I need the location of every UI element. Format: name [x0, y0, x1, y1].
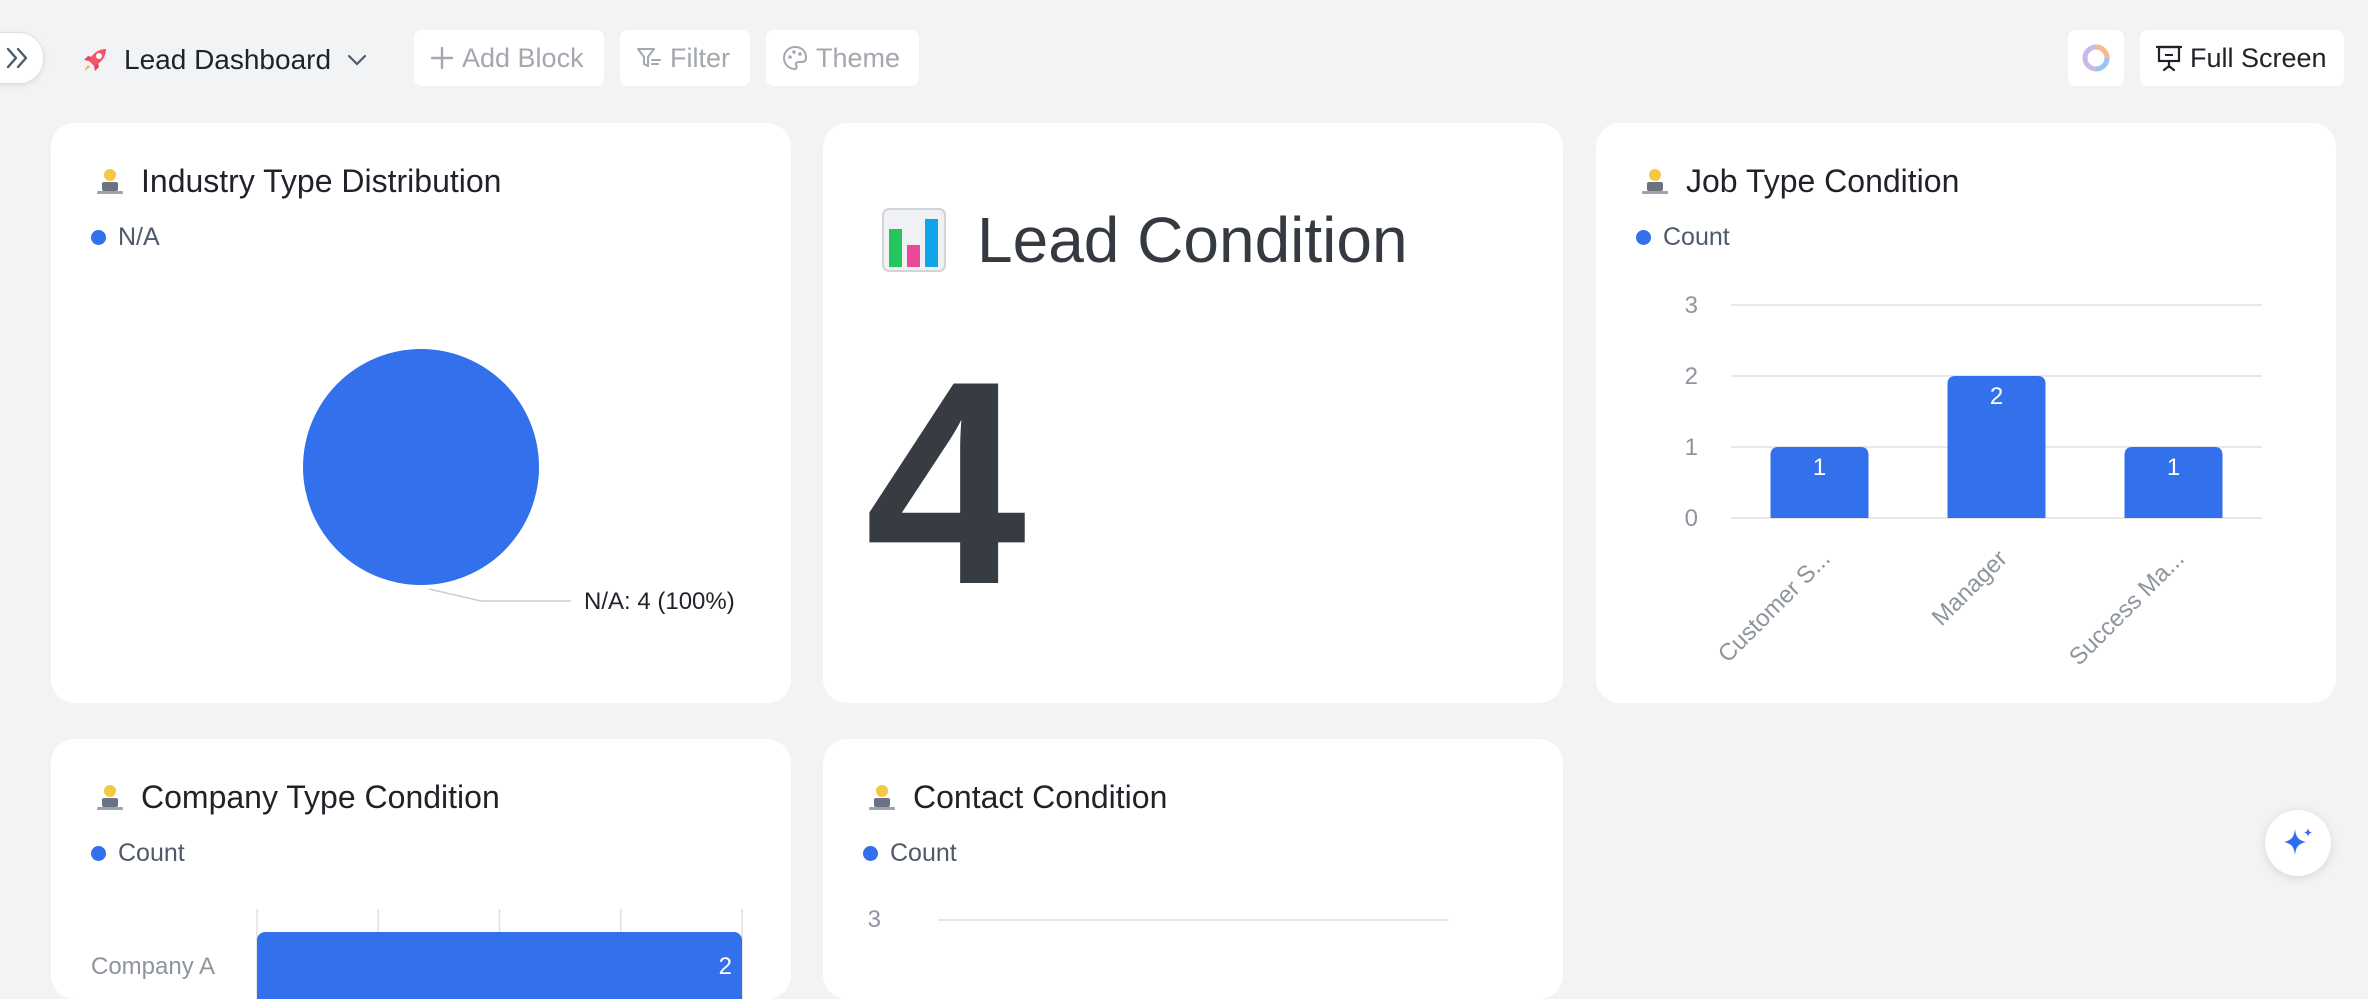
lead-count-value: 4 [865, 321, 1027, 645]
double-chevron-right-icon [6, 47, 28, 69]
presentation-icon [2156, 45, 2182, 72]
plus-icon [430, 46, 454, 70]
pie-slice-na[interactable] [303, 349, 539, 585]
bar[interactable] [257, 932, 742, 999]
bar-value-label: 2 [719, 953, 732, 980]
filter-button[interactable]: Filter [620, 30, 750, 86]
filter-label: Filter [670, 42, 730, 73]
theme-button[interactable]: Theme [766, 30, 919, 86]
rocket-icon [84, 49, 106, 71]
filter-icon [637, 48, 661, 67]
job-type-card[interactable]: Job Type Condition Count 0 1 2 3 1 Customer S… [1596, 123, 2336, 703]
dashboard-title: Lead Dashboard [124, 44, 332, 75]
pie-slice-label: N/A: 4 (100%) [584, 588, 735, 615]
bar-chart-emoji-icon [882, 208, 946, 272]
full-screen-label: Full Screen [2190, 42, 2327, 73]
pie-label-leader [428, 588, 571, 602]
bar-value-label: 1 [1813, 454, 1826, 481]
y-tick-label: 3 [868, 906, 881, 933]
sparkle-icon [2284, 828, 2312, 855]
contact-condition-card[interactable]: Contact Condition Count 3 [823, 739, 1563, 999]
palette-icon [783, 45, 808, 71]
add-block-label: Add Block [462, 42, 584, 73]
y-category-label: Company A [91, 953, 215, 980]
loading-status-button[interactable] [2068, 30, 2124, 86]
chevron-down-icon [347, 54, 367, 66]
lead-condition-card[interactable]: Lead Condition 4 [823, 123, 1563, 703]
x-tick-label: Success Ma... [2064, 545, 2190, 671]
x-tick-label: Customer S... [1713, 545, 1836, 668]
ai-assistant-button[interactable] [2265, 810, 2331, 876]
contact-chart: 3 [868, 906, 1449, 933]
add-block-button[interactable]: Add Block [414, 30, 604, 86]
card-title: Lead Condition [977, 204, 1408, 276]
y-tick-label: 3 [1685, 292, 1698, 319]
expand-sidebar-button[interactable] [0, 32, 44, 84]
dashboard-selector[interactable]: Lead Dashboard [80, 38, 369, 82]
y-tick-label: 1 [1685, 434, 1698, 461]
job-type-bar-chart: 0 1 2 3 1 Customer S... 2 Manager 1 Success Ma... [1685, 292, 2262, 671]
pie-chart: N/A: 4 (100%) [303, 349, 735, 615]
full-screen-button[interactable]: Full Screen [2140, 30, 2344, 86]
loading-ring-icon [2082, 44, 2110, 72]
bar-value-label: 2 [1990, 383, 2003, 410]
x-tick-label: Manager [1927, 545, 2013, 631]
theme-label: Theme [816, 42, 901, 73]
y-tick-label: 0 [1685, 505, 1698, 532]
y-tick-label: 2 [1685, 363, 1698, 390]
company-type-card[interactable]: Company Type Condition Count Company A2 [51, 739, 791, 999]
bar-value-label: 1 [2167, 454, 2180, 481]
company-type-bar-chart: Company A 2 [91, 909, 743, 999]
industry-distribution-card[interactable]: Industry Type Distribution N/A N/A: 4 (1… [51, 123, 791, 703]
